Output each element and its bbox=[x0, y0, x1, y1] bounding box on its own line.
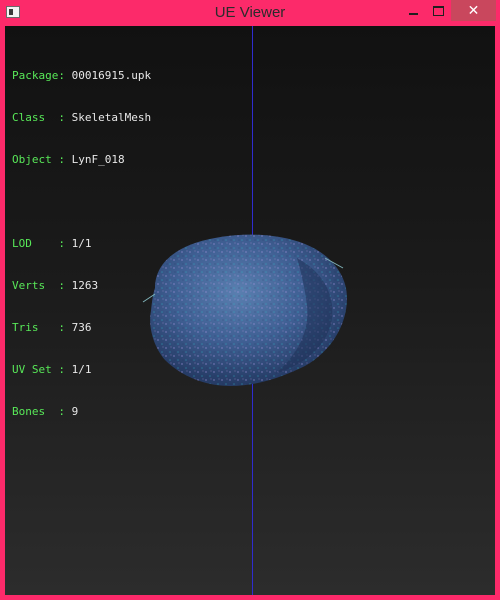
info-lod: LOD : 1/1 bbox=[12, 237, 151, 251]
info-value: 1/1 bbox=[71, 237, 92, 250]
info-label: UV Set : bbox=[12, 363, 65, 376]
info-uvset: UV Set : 1/1 bbox=[12, 363, 151, 377]
info-label: LOD : bbox=[12, 237, 65, 250]
maximize-icon bbox=[432, 5, 444, 16]
app-window: UE Viewer ✕ Package: 00016915.upk Class … bbox=[0, 0, 500, 600]
info-label: Bones : bbox=[12, 405, 65, 418]
info-object: Object : LynF_018 bbox=[12, 153, 151, 167]
info-label: Verts : bbox=[12, 279, 65, 292]
info-value: LynF_018 bbox=[71, 153, 125, 166]
maximize-button[interactable] bbox=[424, 0, 452, 21]
info-value: 1/1 bbox=[71, 363, 92, 376]
minimize-button[interactable] bbox=[399, 0, 427, 21]
info-tris: Tris : 736 bbox=[12, 321, 151, 335]
info-value: 1263 bbox=[71, 279, 99, 292]
info-value: SkeletalMesh bbox=[71, 111, 152, 124]
info-class: Class : SkeletalMesh bbox=[12, 111, 151, 125]
close-button[interactable]: ✕ bbox=[451, 0, 496, 21]
info-value: 736 bbox=[71, 321, 92, 334]
info-value: 9 bbox=[71, 405, 79, 418]
info-label: Package: bbox=[12, 69, 65, 82]
minimize-icon bbox=[408, 12, 418, 15]
3d-viewport[interactable]: Package: 00016915.upk Class : SkeletalMe… bbox=[5, 26, 495, 595]
mesh-info-panel: Package: 00016915.upk Class : SkeletalMe… bbox=[12, 41, 151, 447]
info-verts: Verts : 1263 bbox=[12, 279, 151, 293]
info-value: 00016915.upk bbox=[71, 69, 152, 82]
close-icon: ✕ bbox=[467, 2, 480, 19]
info-label: Tris : bbox=[12, 321, 65, 334]
title-bar[interactable]: UE Viewer ✕ bbox=[0, 0, 500, 26]
info-label: Object : bbox=[12, 153, 65, 166]
info-package: Package: 00016915.upk bbox=[12, 69, 151, 83]
info-label: Class : bbox=[12, 111, 65, 124]
info-bones: Bones : 9 bbox=[12, 405, 151, 419]
